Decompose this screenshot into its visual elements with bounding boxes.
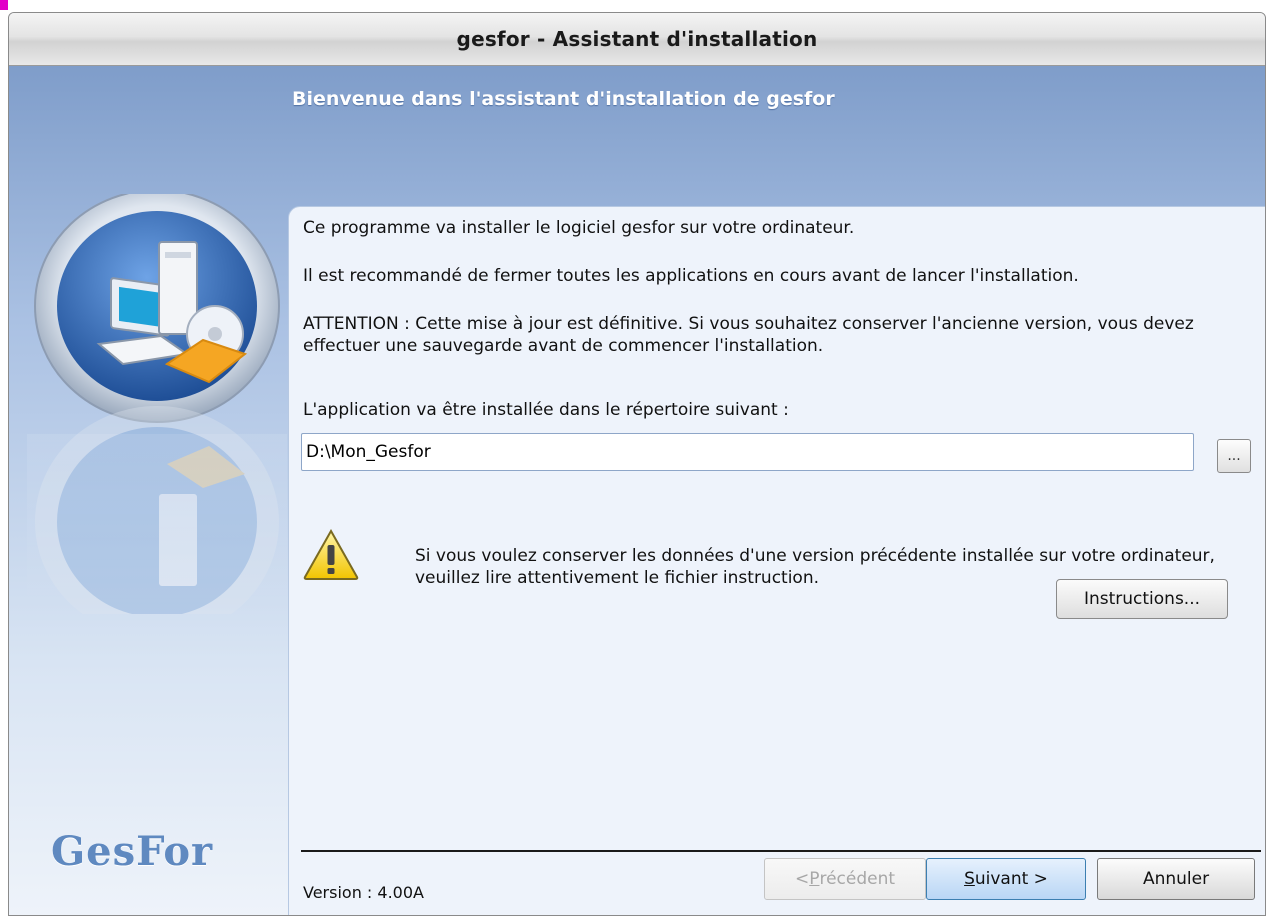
- directory-label: L'application va être installée dans le …: [303, 400, 789, 420]
- next-mnemonic: S: [964, 869, 975, 889]
- next-rest: uivant >: [974, 869, 1048, 889]
- instructions-button[interactable]: Instructions...: [1056, 579, 1228, 619]
- footer-divider: [301, 850, 1261, 852]
- attention-text: ATTENTION : Cette mise à jour est défini…: [303, 314, 1194, 356]
- corner-marker: [0, 0, 8, 10]
- wizard-heading: Bienvenue dans l'assistant d'installatio…: [292, 88, 835, 110]
- install-directory-input[interactable]: [301, 433, 1194, 471]
- title-bar[interactable]: gesfor - Assistant d'installation: [9, 13, 1265, 66]
- browse-button[interactable]: ...: [1217, 439, 1251, 473]
- version-label: Version : 4.00A: [303, 883, 424, 902]
- brand-logo: GesFor: [51, 828, 214, 875]
- previous-mnemonic: P: [809, 869, 820, 889]
- previous-button[interactable]: < Précédent: [764, 858, 926, 900]
- window-title: gesfor - Assistant d'installation: [456, 27, 818, 51]
- previous-rest: récédent: [819, 869, 896, 889]
- next-button[interactable]: Suivant >: [926, 858, 1086, 900]
- warning-icon: [303, 529, 359, 580]
- computer-setup-icon: [27, 194, 287, 614]
- installer-window: gesfor - Assistant d'installation Bienve…: [8, 12, 1266, 916]
- cancel-button[interactable]: Annuler: [1097, 858, 1255, 900]
- intro-text: Ce programme va installer le logiciel ge…: [303, 218, 855, 238]
- main-panel: Ce programme va installer le logiciel ge…: [288, 206, 1265, 915]
- recommendation-text: Il est recommandé de fermer toutes les a…: [303, 266, 1079, 286]
- wizard-content: Bienvenue dans l'assistant d'installatio…: [9, 66, 1265, 915]
- previous-prefix: <: [794, 869, 810, 889]
